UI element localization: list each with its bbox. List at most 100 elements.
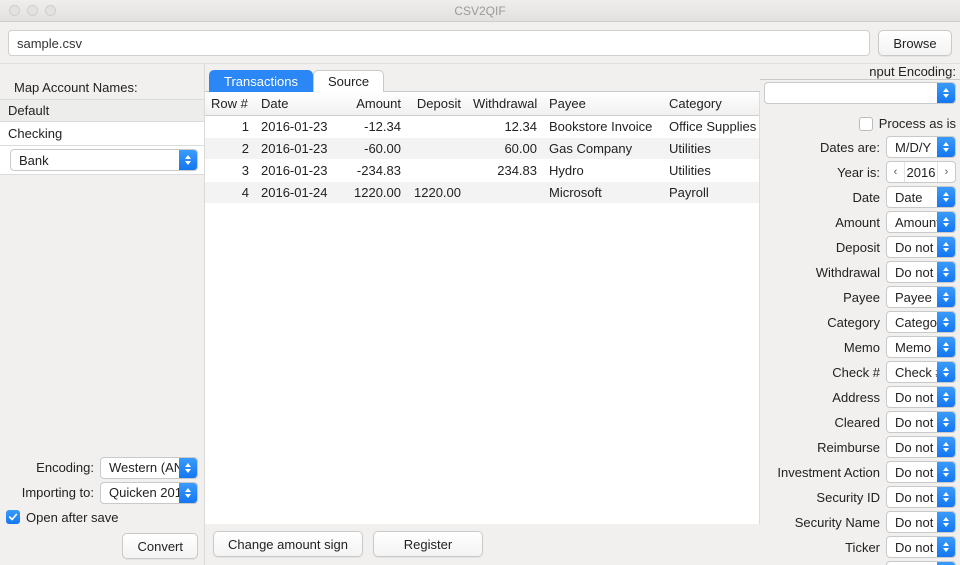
cell-row: 2	[205, 138, 255, 160]
table-row[interactable]: 12016-01-23-12.3412.34Bookstore InvoiceO…	[205, 116, 759, 138]
mapping-select[interactable]: Date	[886, 186, 956, 208]
dates-are-select[interactable]: M/D/Y	[886, 136, 956, 158]
mapping-select[interactable]: Payee	[886, 286, 956, 308]
cell-row: 1	[205, 116, 255, 138]
minimize-window-icon[interactable]	[27, 5, 38, 16]
updown-arrows-icon	[937, 412, 955, 432]
cell-amount: -234.83	[343, 160, 407, 182]
process-as-is-checkbox[interactable]: Process as is	[859, 116, 956, 131]
default-label: Default	[0, 99, 204, 122]
mapping-row: Reimburse Do not i	[764, 436, 956, 458]
file-path-value: sample.csv	[17, 36, 82, 51]
mapping-select[interactable]: Do not i	[886, 236, 956, 258]
tab-source[interactable]: Source	[313, 70, 384, 92]
mapping-row: AmountAmount	[764, 211, 956, 233]
mapping-label: Category	[764, 315, 880, 330]
mapping-row: Security Name Do not i	[764, 511, 956, 533]
dates-are-label: Dates are:	[764, 140, 880, 155]
col-row[interactable]: Row #	[205, 92, 255, 116]
convert-button[interactable]: Convert	[122, 533, 198, 559]
cell-payee: Microsoft	[543, 182, 663, 204]
mapping-row: Security IDDo not i	[764, 486, 956, 508]
updown-arrows-icon	[937, 362, 955, 382]
cell-category: Utilities	[663, 138, 759, 160]
table-header-row: Row # Date Amount Deposit Withdrawal Pay…	[205, 92, 759, 116]
cell-category: Payroll	[663, 182, 759, 204]
tab-transactions[interactable]: Transactions	[209, 70, 313, 92]
mapping-label: Memo	[764, 340, 880, 355]
chevron-left-icon[interactable]: ‹	[887, 162, 905, 182]
cell-date: 2016-01-23	[255, 116, 343, 138]
col-date[interactable]: Date	[255, 92, 343, 116]
encoding-select[interactable]: Western (ANS	[100, 457, 198, 479]
cell-row: 4	[205, 182, 255, 204]
mapping-label: Date	[764, 190, 880, 205]
cell-deposit	[407, 138, 467, 160]
mapping-select[interactable]: Do not i	[886, 261, 956, 283]
change-amount-sign-button[interactable]: Change amount sign	[213, 531, 363, 557]
mapping-select[interactable]: Check #	[886, 361, 956, 383]
mapping-row: Date Date	[764, 186, 956, 208]
mapping-row: WithdrawalDo not i	[764, 261, 956, 283]
browse-button[interactable]: Browse	[878, 30, 952, 56]
cell-amount: -60.00	[343, 138, 407, 160]
importing-to-select[interactable]: Quicken 2014	[100, 482, 198, 504]
account-type-select[interactable]: Bank	[10, 149, 198, 171]
register-button[interactable]: Register	[373, 531, 483, 557]
updown-arrows-icon	[937, 537, 955, 557]
col-category[interactable]: Category	[663, 92, 759, 116]
col-withdrawal[interactable]: Withdrawal	[467, 92, 543, 116]
checkbox-empty-icon	[859, 117, 873, 131]
open-after-save-checkbox[interactable]: Open after save	[6, 510, 119, 525]
mapping-select[interactable]: Do not i	[886, 536, 956, 558]
updown-arrows-icon	[937, 83, 955, 103]
mapping-label: Reimburse	[764, 440, 880, 455]
map-account-title: Map Account Names:	[0, 80, 204, 99]
account-list-item[interactable]: Checking	[0, 122, 204, 145]
file-path-field[interactable]: sample.csv	[8, 30, 870, 56]
cell-amount: -12.34	[343, 116, 407, 138]
cell-withdrawal: 12.34	[467, 116, 543, 138]
updown-arrows-icon	[937, 462, 955, 482]
table-row[interactable]: 22016-01-23-60.0060.00Gas CompanyUtiliti…	[205, 138, 759, 160]
close-window-icon[interactable]	[9, 5, 20, 16]
zoom-window-icon[interactable]	[45, 5, 56, 16]
transactions-table[interactable]: Row # Date Amount Deposit Withdrawal Pay…	[205, 92, 760, 524]
table-row[interactable]: 32016-01-23-234.83234.83HydroUtilities	[205, 160, 759, 182]
table-row[interactable]: 42016-01-241220.001220.00MicrosoftPayrol…	[205, 182, 759, 204]
mapping-row: Check #Check #	[764, 361, 956, 383]
input-encoding-select[interactable]	[764, 82, 956, 104]
chevron-right-icon[interactable]: ›	[937, 162, 955, 182]
mapping-select[interactable]: Do not i	[886, 461, 956, 483]
mapping-row: Memo Memo	[764, 336, 956, 358]
mapping-select[interactable]: Do not i	[886, 386, 956, 408]
mapping-select[interactable]: Do not i	[886, 436, 956, 458]
mapping-select[interactable]: Do not i	[886, 511, 956, 533]
cell-date: 2016-01-23	[255, 160, 343, 182]
mapping-select[interactable]: Categor	[886, 311, 956, 333]
mapping-select[interactable]: Amount	[886, 211, 956, 233]
col-deposit[interactable]: Deposit	[407, 92, 467, 116]
account-list[interactable]: Checking	[0, 122, 204, 146]
updown-arrows-icon	[937, 287, 955, 307]
col-payee[interactable]: Payee	[543, 92, 663, 116]
updown-arrows-icon	[937, 437, 955, 457]
input-encoding-label: nput Encoding:	[760, 64, 960, 80]
mapping-row: AddressDo not i	[764, 386, 956, 408]
mapping-label: Investment Action	[764, 465, 880, 480]
cell-payee: Gas Company	[543, 138, 663, 160]
col-amount[interactable]: Amount	[343, 92, 407, 116]
mapping-row: PayeePayee	[764, 286, 956, 308]
mapping-select[interactable]: Memo	[886, 336, 956, 358]
cell-payee: Hydro	[543, 160, 663, 182]
mapping-select[interactable]: Do not i	[886, 561, 956, 565]
center-panel: Transactions Source Row # Date Amount De…	[205, 64, 760, 565]
mapping-label: Deposit	[764, 240, 880, 255]
mapping-select[interactable]: Do not i	[886, 411, 956, 433]
updown-arrows-icon	[937, 262, 955, 282]
cell-category: Office Supplies	[663, 116, 759, 138]
year-stepper[interactable]: ‹ 2016 ›	[886, 161, 956, 183]
updown-arrows-icon	[179, 458, 197, 478]
mapping-select[interactable]: Do not i	[886, 486, 956, 508]
mapping-label: Security Name	[764, 515, 880, 530]
